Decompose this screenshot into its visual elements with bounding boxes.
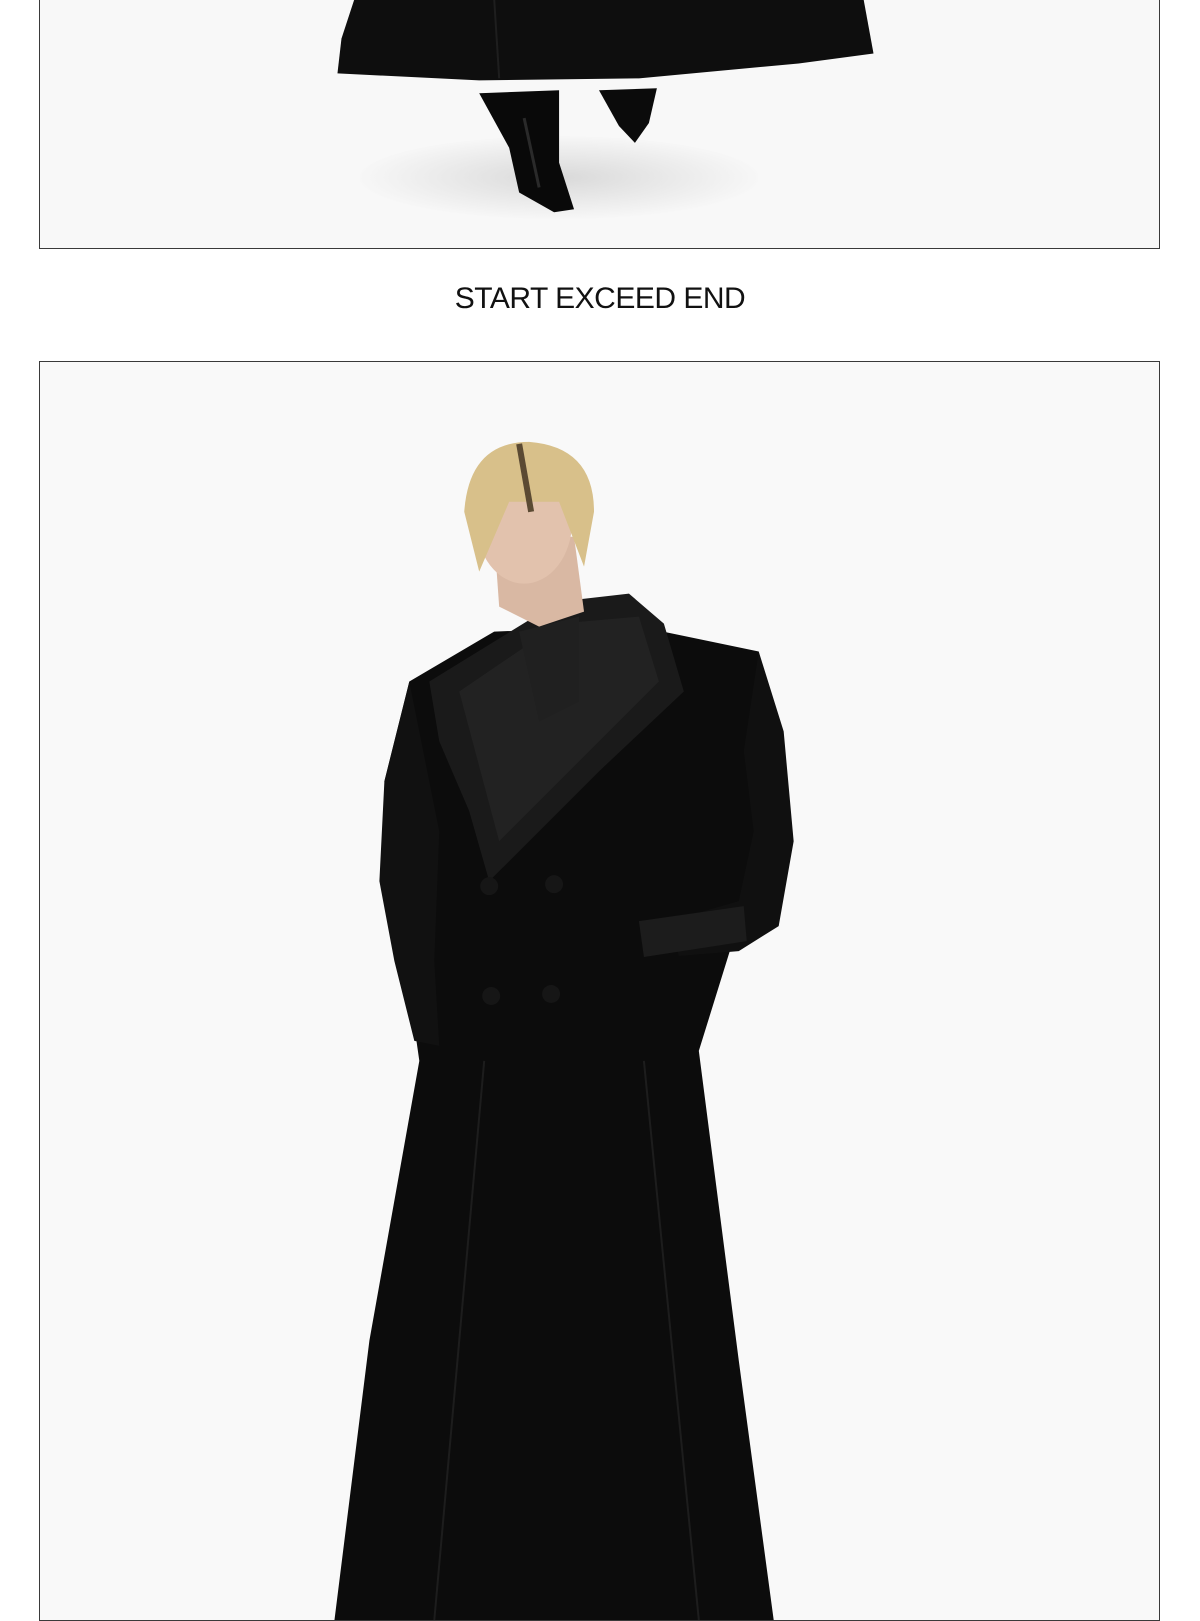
bottom-photo	[39, 361, 1160, 1621]
model-in-coat-image	[40, 362, 1159, 1620]
coat-hem-and-boots-image	[40, 0, 1159, 248]
top-photo	[39, 0, 1160, 249]
caption-text: START EXCEED END	[454, 282, 746, 315]
